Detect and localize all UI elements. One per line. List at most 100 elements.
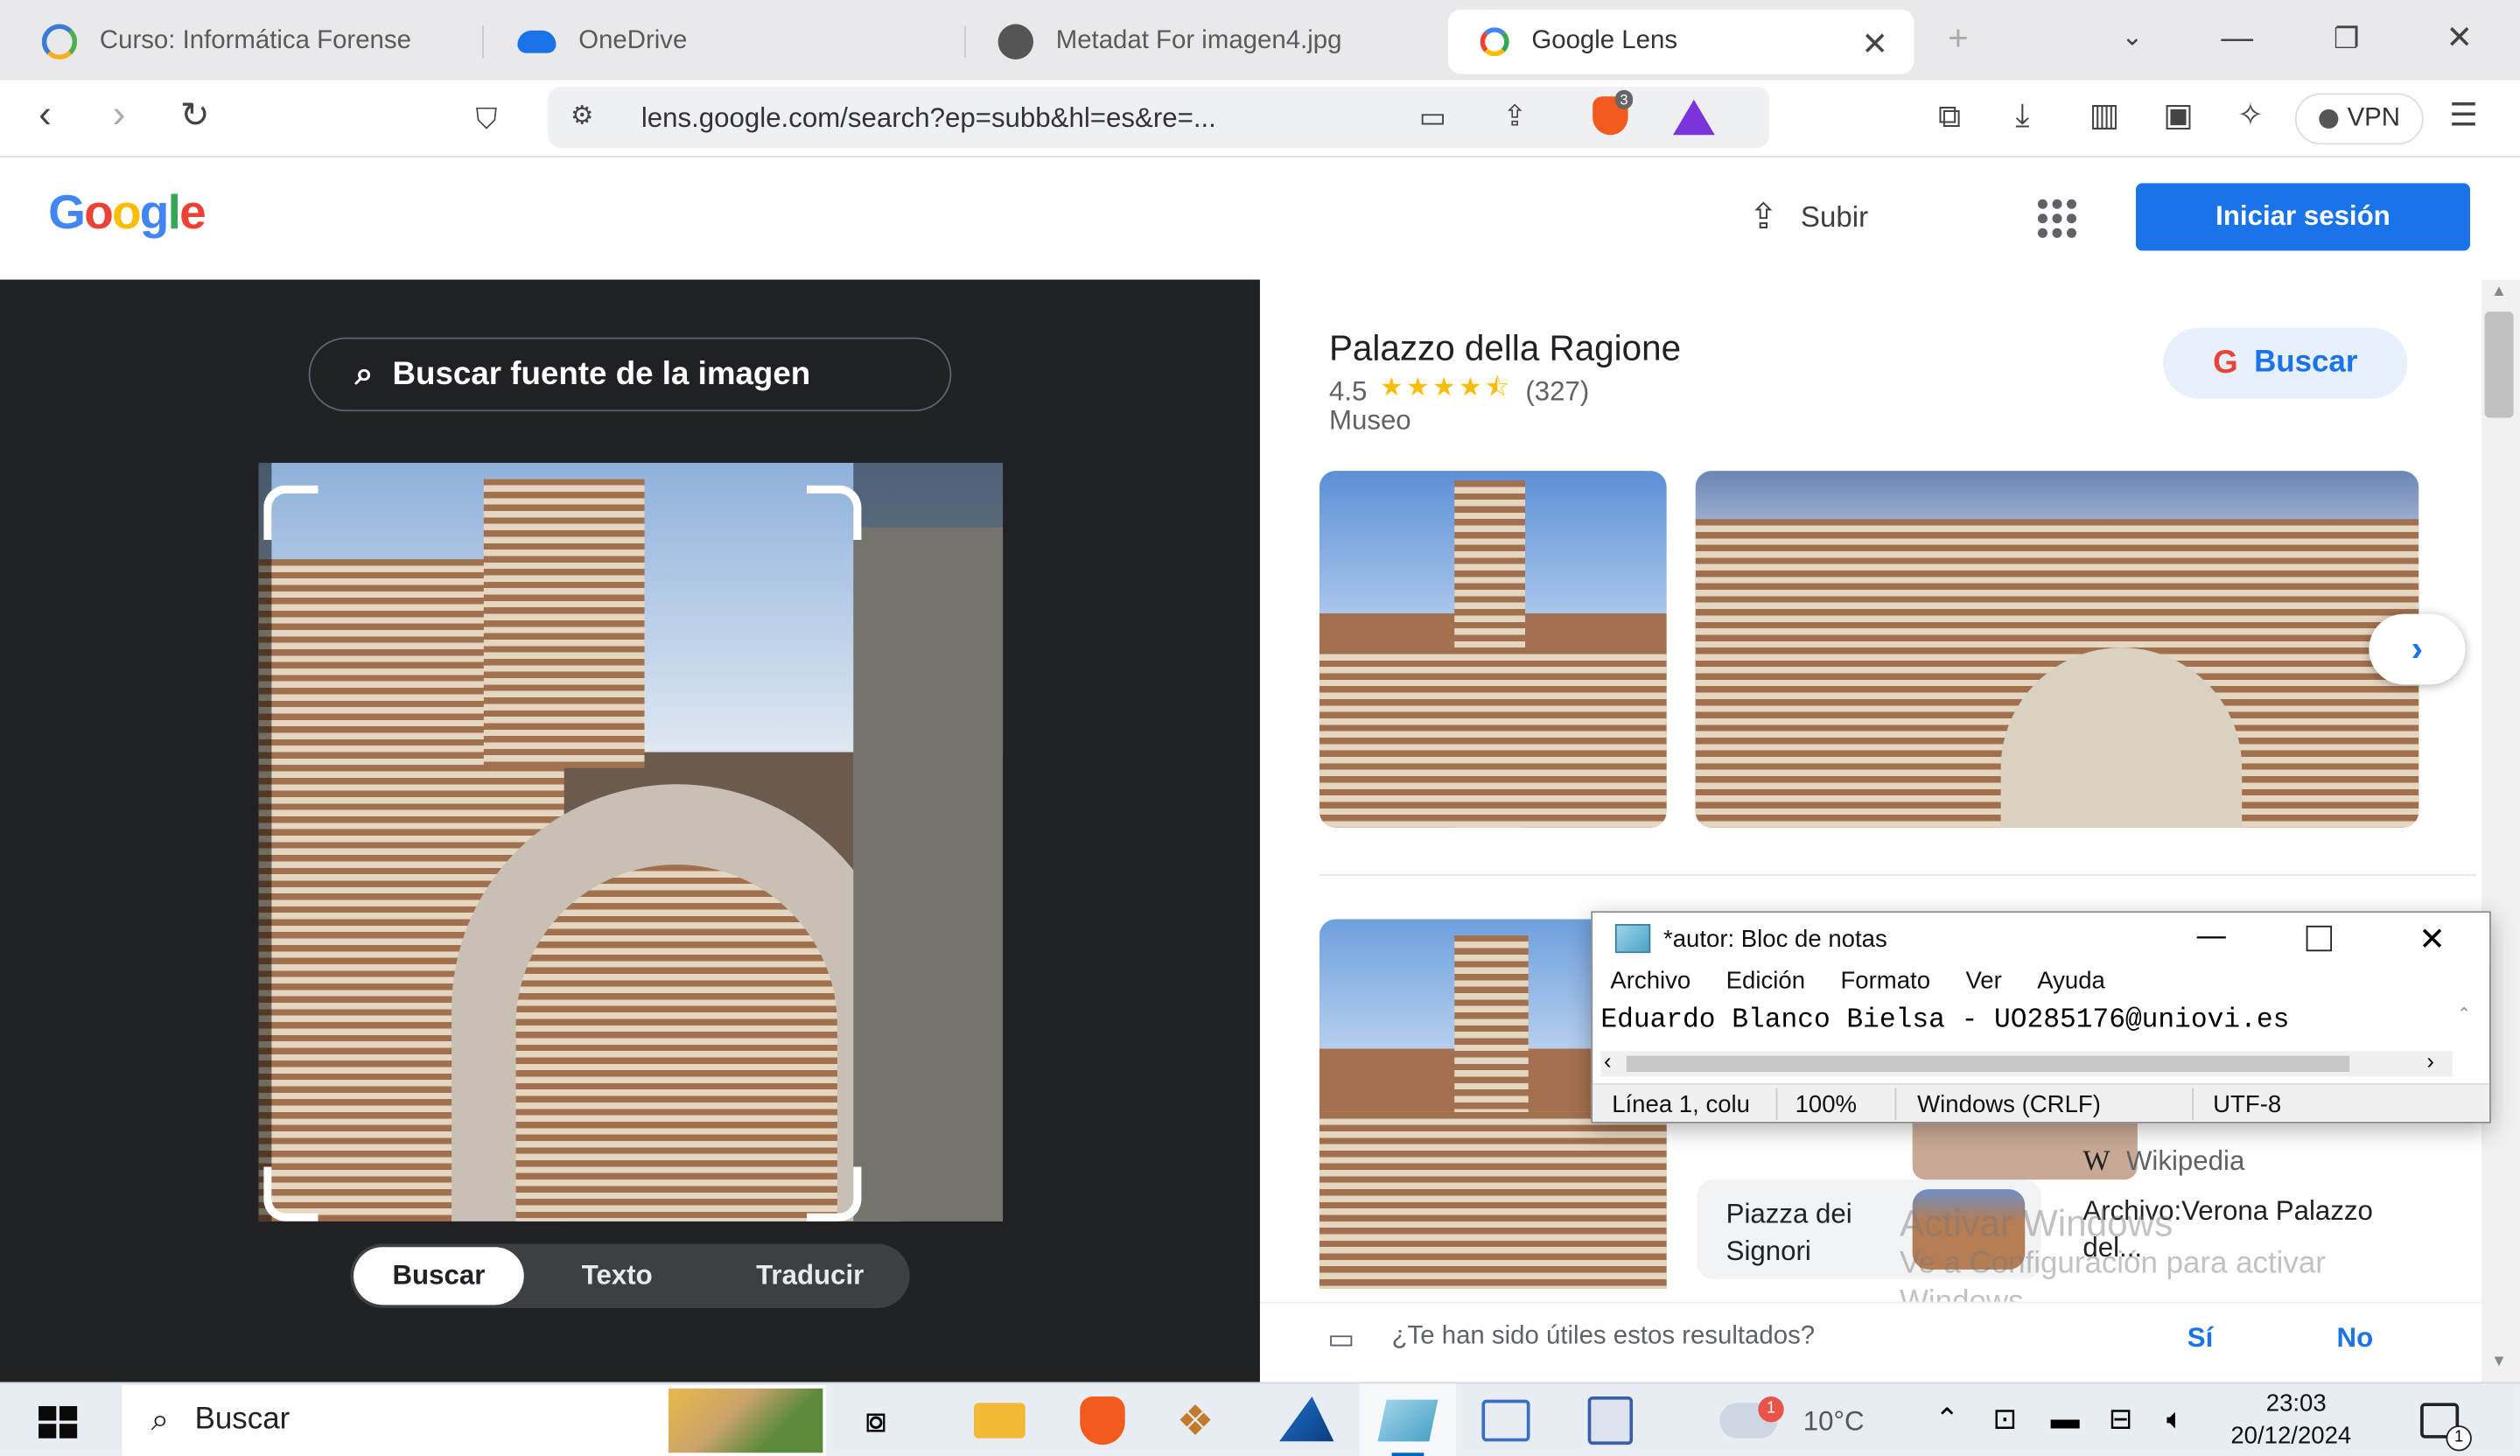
notepad-titlebar[interactable]: *autor: Bloc de notas — ✕ bbox=[1592, 913, 2490, 964]
url-text[interactable]: lens.google.com/search?ep=subb&hl=es&re=… bbox=[641, 103, 1216, 136]
leo-ai-icon[interactable]: ✧ bbox=[2237, 100, 2264, 132]
brave-taskbar-icon[interactable] bbox=[1080, 1396, 1125, 1446]
notepad-close-icon[interactable]: ✕ bbox=[2418, 920, 2446, 960]
lens-image-panel: ⌕ Buscar fuente de la imagen Buscar Text… bbox=[0, 279, 1260, 1382]
mode-translate[interactable]: Traducir bbox=[713, 1247, 906, 1305]
extensions-icon[interactable]: ⧉ bbox=[1938, 102, 1961, 134]
menu-formato[interactable]: Formato bbox=[1840, 968, 1930, 1006]
reload-icon[interactable]: ↻ bbox=[180, 97, 210, 132]
source-wikipedia[interactable]: W Wikipedia bbox=[2082, 1144, 2244, 1179]
menu-edicion[interactable]: Edición bbox=[1726, 968, 1805, 1006]
notepad-horizontal-scrollbar[interactable]: ‹ › bbox=[1600, 1047, 2453, 1077]
camera-icon[interactable]: ⊡ bbox=[1993, 1403, 2018, 1437]
feedback-yes[interactable]: Sí bbox=[2188, 1323, 2214, 1355]
tab-metadata[interactable]: Metadat For imagen4.jpg bbox=[966, 10, 1442, 74]
app-window-icon[interactable] bbox=[1481, 1399, 1530, 1442]
search-icon: ⌕ bbox=[150, 1402, 170, 1438]
notepad-maximize-icon[interactable] bbox=[2306, 925, 2333, 952]
scroll-left-icon[interactable]: ‹ bbox=[1604, 1047, 1612, 1073]
app-shark-icon[interactable] bbox=[1279, 1396, 1334, 1442]
sidebar-icon[interactable]: ▥ bbox=[2090, 100, 2120, 132]
onedrive-icon bbox=[517, 30, 556, 53]
task-view-icon[interactable]: ⧇ bbox=[864, 1400, 887, 1442]
file-explorer-icon[interactable] bbox=[974, 1403, 1026, 1438]
weather-temperature[interactable]: 10°C bbox=[1803, 1406, 1865, 1438]
place-title[interactable]: Palazzo della Ragione bbox=[1329, 328, 1681, 370]
back-icon[interactable]: ‹ bbox=[38, 95, 52, 134]
status-zoom: 100% bbox=[1795, 1091, 1858, 1119]
google-search-button[interactable]: G Buscar bbox=[2163, 327, 2408, 399]
scroll-down-icon[interactable]: ▼ bbox=[2491, 1353, 2507, 1370]
feedback-no[interactable]: No bbox=[2337, 1323, 2374, 1355]
crop-handle-bottom-right[interactable] bbox=[807, 1166, 862, 1222]
download-icon[interactable]: ⤓ bbox=[2015, 100, 2029, 132]
minimize-icon[interactable]: — bbox=[2221, 23, 2253, 55]
volume-icon[interactable]: 🔈︎ bbox=[2166, 1403, 2184, 1437]
status-encoding: UTF-8 bbox=[2213, 1091, 2282, 1119]
feedback-bar: ▭ ¿Te han sido útiles estos resultados? … bbox=[1259, 1301, 2482, 1382]
status-divider bbox=[1775, 1088, 1778, 1121]
status-divider bbox=[2192, 1088, 2194, 1121]
crop-handle-top-right[interactable] bbox=[807, 485, 862, 541]
app-fox-icon[interactable]: ❖ bbox=[1176, 1396, 1214, 1446]
notepad-menu-bar: Archivo Edición Formato Ver Ayuda bbox=[1592, 968, 2489, 1006]
scroll-right-icon[interactable]: › bbox=[2426, 1047, 2434, 1073]
place-photo-2[interactable] bbox=[1695, 471, 2419, 828]
rating-value: 4.5 bbox=[1328, 374, 1368, 406]
place-photo-1[interactable] bbox=[1319, 471, 1667, 828]
menu-ver[interactable]: Ver bbox=[1965, 968, 2001, 1006]
apps-grid-icon[interactable] bbox=[2037, 199, 2077, 238]
tab-onedrive[interactable]: OneDrive bbox=[486, 10, 962, 74]
cast-icon[interactable]: ▭ bbox=[1419, 102, 1446, 134]
menu-archivo[interactable]: Archivo bbox=[1610, 968, 1690, 1006]
next-photos-button[interactable]: › bbox=[2369, 613, 2466, 685]
notepad-scroll-up-icon[interactable]: ⌃ bbox=[2457, 1006, 2470, 1024]
clock-time[interactable]: 23:03 bbox=[2266, 1390, 2327, 1418]
scroll-up-icon[interactable]: ▲ bbox=[2491, 283, 2507, 300]
menu-ayuda[interactable]: Ayuda bbox=[2037, 968, 2105, 1006]
search-label: Buscar bbox=[2254, 345, 2358, 380]
chevron-down-icon[interactable]: ⌄ bbox=[2121, 23, 2143, 55]
notepad-minimize-icon[interactable]: — bbox=[2197, 920, 2226, 954]
notepad-hscroll-thumb[interactable] bbox=[1626, 1055, 2350, 1073]
signin-button[interactable]: Iniciar sesión bbox=[2135, 183, 2471, 251]
active-indicator bbox=[1391, 1452, 1424, 1456]
crop-handle-top-left[interactable] bbox=[263, 485, 318, 541]
clock-date[interactable]: 20/12/2024 bbox=[2230, 1422, 2351, 1449]
close-window-icon[interactable]: ✕ bbox=[2446, 23, 2473, 55]
site-settings-icon[interactable]: ⚙ bbox=[570, 102, 593, 134]
share-icon[interactable]: ⇪ bbox=[1502, 100, 1527, 132]
tab-curso[interactable]: Curso: Informática Forense bbox=[10, 10, 476, 74]
mode-text[interactable]: Texto bbox=[540, 1247, 694, 1305]
taskbar-notepad-active[interactable] bbox=[1359, 1383, 1457, 1456]
brave-rewards-icon[interactable] bbox=[1673, 99, 1715, 136]
mode-search[interactable]: Buscar bbox=[354, 1247, 524, 1306]
taskbar-search-box[interactable]: ⌕ Buscar bbox=[122, 1385, 827, 1456]
notification-badge: 1 bbox=[2446, 1425, 2472, 1452]
battery-icon[interactable]: ▬ bbox=[2051, 1403, 2080, 1437]
bookmark-icon[interactable]: ⛉ bbox=[476, 103, 498, 136]
calculator-icon[interactable] bbox=[1587, 1396, 1634, 1446]
forward-icon[interactable]: › bbox=[113, 95, 126, 134]
menu-icon[interactable]: ☰ bbox=[2449, 100, 2478, 132]
scrollbar-thumb[interactable] bbox=[2484, 312, 2514, 418]
restore-icon[interactable]: ❐ bbox=[2334, 23, 2360, 55]
windows-start-icon[interactable] bbox=[38, 1406, 78, 1438]
status-divider bbox=[1894, 1088, 1897, 1121]
chevron-up-icon[interactable]: ⌃ bbox=[1935, 1403, 1959, 1437]
vpn-button[interactable]: VPN bbox=[2294, 93, 2424, 145]
address-bar[interactable]: ⚙ lens.google.com/search?ep=subb&hl=es&r… bbox=[548, 87, 1770, 148]
network-icon[interactable]: ⊟ bbox=[2109, 1403, 2133, 1437]
wallet-icon[interactable]: ▣ bbox=[2163, 100, 2194, 132]
upload-button[interactable]: ⇪ Subir bbox=[1748, 196, 1868, 238]
notepad-text-area[interactable]: Eduardo Blanco Bielsa - UO285176@uniovi.… bbox=[1600, 1006, 2455, 1048]
find-image-source-button[interactable]: ⌕ Buscar fuente de la imagen bbox=[308, 337, 952, 412]
results-scrollbar[interactable]: ▲ ▼ bbox=[2481, 279, 2520, 1382]
google-logo[interactable]: Google bbox=[48, 186, 206, 241]
google-g-icon: G bbox=[2213, 344, 2238, 381]
new-tab-icon[interactable]: + bbox=[1948, 20, 1969, 55]
tab-google-lens[interactable]: Google Lens ✕ bbox=[1447, 10, 1914, 74]
crop-handle-bottom-left[interactable] bbox=[263, 1166, 318, 1222]
tab-separator bbox=[482, 25, 484, 59]
close-tab-icon[interactable]: ✕ bbox=[1861, 24, 1888, 65]
